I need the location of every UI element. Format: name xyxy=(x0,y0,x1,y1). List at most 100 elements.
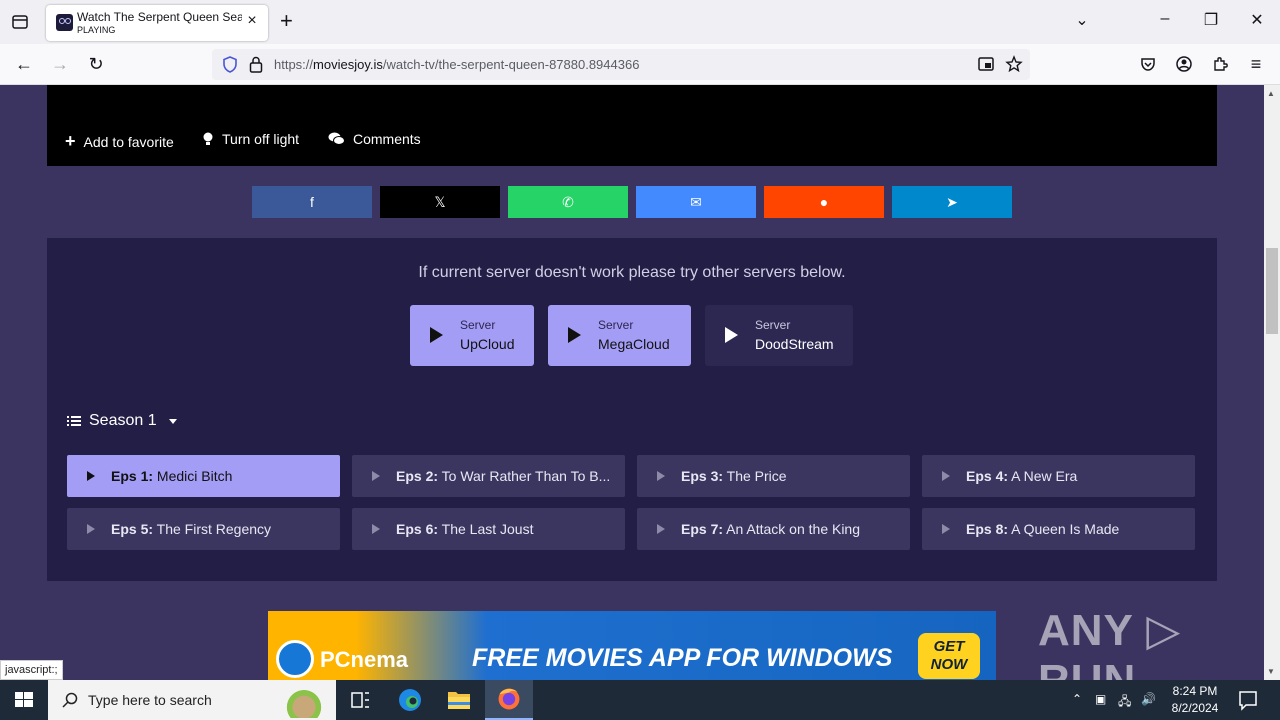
tray-overflow-icon[interactable]: ⌃ xyxy=(1072,692,1082,706)
messenger-icon: ✉ xyxy=(690,193,702,210)
episode-number: Eps 8: xyxy=(966,521,1009,537)
server-name: MegaCloud xyxy=(598,336,670,352)
firefox-icon[interactable] xyxy=(485,680,533,720)
tab-playing-label: PLAYING xyxy=(77,25,116,35)
episode-title: A Queen Is Made xyxy=(1011,521,1120,537)
file-explorer-icon[interactable] xyxy=(435,680,483,720)
episode-number: Eps 1: xyxy=(111,468,154,484)
extensions-icon[interactable] xyxy=(1211,55,1229,73)
ad-get-now-button[interactable]: GET NOW xyxy=(918,633,980,679)
turn-off-light-label: Turn off light xyxy=(222,131,300,147)
taskbar-clock[interactable]: 8:24 PM 8/2/2024 xyxy=(1165,683,1225,717)
episode-title: An Attack on the King xyxy=(726,521,861,537)
add-to-favorite-button[interactable]: + Add to favorite xyxy=(65,131,174,152)
close-window-icon[interactable]: ✕ xyxy=(1245,10,1269,30)
browser-tab[interactable]: Watch The Serpent Queen Season PLAYING × xyxy=(46,5,268,41)
episode-text: Eps 4: A New Era xyxy=(966,468,1181,484)
clock-date: 8/2/2024 xyxy=(1171,701,1219,715)
forward-icon[interactable]: → xyxy=(48,52,72,76)
episode-text: Eps 1: Medici Bitch xyxy=(111,468,326,484)
share-reddit-button[interactable]: ● xyxy=(764,186,884,218)
episode-title: Medici Bitch xyxy=(156,468,233,484)
play-icon xyxy=(657,471,665,481)
episode-number: Eps 3: xyxy=(681,468,724,484)
ad-cta-line2: NOW xyxy=(930,656,968,673)
episode-item[interactable]: Eps 3: The Price xyxy=(637,455,910,497)
episode-item[interactable]: Eps 2: To War Rather Than To B... xyxy=(352,455,625,497)
episode-item[interactable]: Eps 1: Medici Bitch xyxy=(67,455,340,497)
scroll-up-icon[interactable]: ▲ xyxy=(1267,89,1275,98)
notifications-icon[interactable] xyxy=(1228,680,1268,720)
plus-icon: + xyxy=(65,131,76,151)
reload-icon[interactable]: ↻ xyxy=(84,52,108,76)
comments-button[interactable]: Comments xyxy=(328,131,421,147)
list-all-tabs-icon[interactable]: ⌄ xyxy=(1070,10,1094,30)
taskbar-search[interactable]: Type here to search xyxy=(48,680,336,720)
new-tab-icon[interactable]: + xyxy=(280,10,293,32)
add-to-favorite-label: Add to favorite xyxy=(83,133,174,150)
comments-label: Comments xyxy=(353,131,421,147)
shield-icon[interactable] xyxy=(222,56,238,73)
episode-item[interactable]: Eps 8: A Queen Is Made xyxy=(922,508,1195,550)
telegram-icon: ➤ xyxy=(946,193,958,210)
episode-item[interactable]: Eps 6: The Last Joust xyxy=(352,508,625,550)
list-icon xyxy=(67,416,81,426)
episode-item[interactable]: Eps 5: The First Regency xyxy=(67,508,340,550)
task-view-icon[interactable] xyxy=(336,680,384,720)
status-link-preview: javascript:; xyxy=(0,660,63,680)
lock-icon[interactable] xyxy=(249,56,263,73)
scroll-thumb[interactable] xyxy=(1266,248,1278,334)
tray-device-icon[interactable]: ▣ xyxy=(1095,692,1106,706)
share-messenger-button[interactable]: ✉ xyxy=(636,186,756,218)
episode-text: Eps 6: The Last Joust xyxy=(396,521,611,537)
server-megacloud-button[interactable]: Server MegaCloud xyxy=(548,305,691,366)
ad-banner[interactable]: PCnema FREE MOVIES APP FOR WINDOWS GET NO… xyxy=(268,611,996,680)
episode-item[interactable]: Eps 7: An Attack on the King xyxy=(637,508,910,550)
share-facebook-button[interactable]: f xyxy=(252,186,372,218)
picture-in-picture-icon[interactable] xyxy=(977,55,995,73)
episode-title: The First Regency xyxy=(156,521,272,537)
bookmark-star-icon[interactable] xyxy=(1005,55,1023,73)
pocket-icon[interactable] xyxy=(1139,55,1157,73)
lightbulb-icon xyxy=(203,132,213,145)
episode-number: Eps 7: xyxy=(681,521,724,537)
tab-title: Watch The Serpent Queen Season xyxy=(77,10,242,24)
tab-list-icon[interactable] xyxy=(10,12,30,32)
server-doodstream-button[interactable]: Server DoodStream xyxy=(705,305,853,366)
episode-text: Eps 3: The Price xyxy=(681,468,896,484)
nav-bar: ← → ↻ https://moviesjoy.is/watch-tv/the-… xyxy=(0,44,1280,85)
x-icon: 𝕏 xyxy=(434,193,446,210)
minimize-icon[interactable]: – xyxy=(1153,10,1177,28)
season-dropdown[interactable]: Season 1 xyxy=(67,412,177,430)
episode-text: Eps 5: The First Regency xyxy=(111,521,326,537)
restore-icon[interactable]: ❐ xyxy=(1199,10,1223,30)
volume-icon[interactable]: 🔊 xyxy=(1141,692,1156,706)
tab-bar: Watch The Serpent Queen Season PLAYING ×… xyxy=(0,0,1280,44)
back-icon[interactable]: ← xyxy=(12,52,36,76)
network-icon[interactable]: 🖧 xyxy=(1118,692,1131,713)
play-icon xyxy=(87,524,95,534)
server-upcloud-button[interactable]: Server UpCloud xyxy=(410,305,534,366)
turn-off-light-button[interactable]: Turn off light xyxy=(202,131,299,147)
episode-number: Eps 6: xyxy=(396,521,439,537)
url-scheme: https:// xyxy=(274,57,314,72)
page-scrollbar[interactable]: ▲ ▼ xyxy=(1264,85,1280,680)
share-x-button[interactable]: 𝕏 xyxy=(380,186,500,218)
windows-start-icon[interactable] xyxy=(0,680,48,720)
episode-item[interactable]: Eps 4: A New Era xyxy=(922,455,1195,497)
episode-title: The Last Joust xyxy=(441,521,534,537)
url-text[interactable]: https://moviesjoy.is/watch-tv/the-serpen… xyxy=(274,57,639,72)
menu-icon[interactable]: ≡ xyxy=(1244,52,1268,76)
player-toolbar: + Add to favorite Turn off light Comment… xyxy=(47,85,1217,166)
facebook-icon: f xyxy=(310,194,314,210)
server-name: DoodStream xyxy=(755,336,834,352)
play-icon xyxy=(372,524,380,534)
close-tab-icon[interactable]: × xyxy=(244,13,260,29)
ad-headline: FREE MOVIES APP FOR WINDOWS xyxy=(472,644,893,672)
url-path: /watch-tv/the-serpent-queen-87880.894436… xyxy=(382,57,640,72)
url-bar[interactable]: https://moviesjoy.is/watch-tv/the-serpen… xyxy=(212,49,1030,80)
share-telegram-button[interactable]: ➤ xyxy=(892,186,1012,218)
edge-browser-icon[interactable] xyxy=(386,680,434,720)
share-whatsapp-button[interactable]: ✆ xyxy=(508,186,628,218)
account-icon[interactable] xyxy=(1175,55,1193,73)
